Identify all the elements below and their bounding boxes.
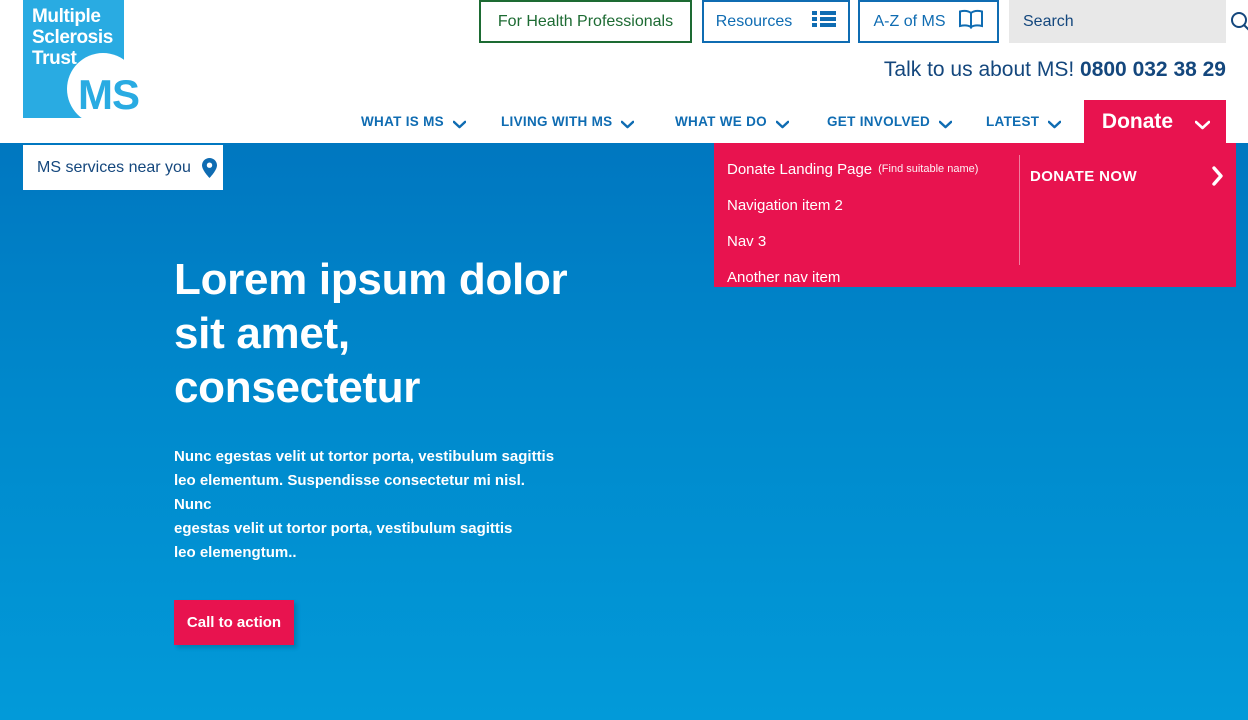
nav-item-living-with-ms[interactable]: LIVING WITH MS — [501, 100, 635, 143]
dropdown-item[interactable]: Another nav item — [727, 259, 1019, 295]
chevron-down-icon — [1047, 117, 1062, 129]
dropdown-item[interactable]: Nav 3 — [727, 223, 1019, 259]
contact-phone-line[interactable]: Talk to us about MS! 0800 032 38 29 — [884, 58, 1226, 82]
nav-item-label: GET INVOLVED — [827, 114, 931, 129]
logo-line-3: Trust — [32, 48, 77, 69]
page-root: Multiple Sclerosis Trust MS For Health P… — [0, 0, 1248, 720]
dropdown-item-label: Navigation item 2 — [727, 196, 843, 214]
hero-content: Lorem ipsum dolor sit amet, consectetur … — [174, 253, 734, 645]
nav-item-label: LATEST — [986, 114, 1040, 129]
hero-body-text: Nunc egestas velit ut tortor porta, vest… — [174, 448, 555, 561]
ms-services-near-you-label: MS services near you — [37, 158, 191, 176]
nav-item-donate[interactable]: Donate — [1084, 100, 1226, 143]
a-z-of-ms-button[interactable]: A-Z of MS — [858, 0, 999, 43]
nav-item-label: WHAT IS MS — [361, 114, 444, 129]
nav-item-donate-label: Donate — [1101, 109, 1174, 133]
ms-services-near-you-button[interactable]: MS services near you — [23, 145, 223, 190]
for-health-professionals-label: For Health Professionals — [497, 12, 674, 30]
donate-dropdown-links: Donate Landing Page (Find suitable name) N… — [714, 143, 1019, 287]
dropdown-item[interactable]: Donate Landing Page (Find suitable name) — [727, 151, 1019, 187]
chevron-down-icon — [775, 117, 790, 129]
contact-phone-number: 0800 032 38 29 — [1080, 58, 1226, 81]
search-input[interactable] — [1023, 12, 1230, 31]
contact-prefix: Talk to us about MS! — [883, 58, 1075, 81]
chevron-down-icon — [1194, 117, 1211, 130]
for-health-professionals-button[interactable]: For Health Professionals — [479, 0, 692, 43]
nav-item-label: LIVING WITH MS — [501, 114, 613, 129]
a-z-of-ms-label: A-Z of MS — [873, 12, 946, 30]
resources-button[interactable]: Resources — [702, 0, 850, 43]
book-icon — [958, 9, 984, 34]
nav-item-what-is-ms[interactable]: WHAT IS MS — [361, 100, 467, 143]
nav-item-latest[interactable]: LATEST — [986, 100, 1062, 143]
donate-now-button[interactable]: DONATE NOW — [1030, 164, 1230, 188]
chevron-down-icon — [452, 117, 467, 129]
call-to-action-label: Call to action — [186, 614, 282, 631]
site-header: Multiple Sclerosis Trust MS For Health P… — [0, 0, 1248, 143]
donate-dropdown-cta-panel: DONATE NOW — [1019, 143, 1236, 287]
hero-title: Lorem ipsum dolor sit amet, consectetur — [174, 255, 568, 412]
dropdown-item[interactable]: Navigation item 2 — [727, 187, 1019, 223]
main-navigation: WHAT IS MS LIVING WITH MS WHAT WE DO GET IN… — [0, 100, 1248, 143]
resources-label: Resources — [715, 12, 793, 30]
dropdown-item-note: (Find suitable name) — [878, 163, 979, 175]
search-icon[interactable] — [1230, 11, 1248, 33]
map-pin-icon — [201, 157, 218, 179]
call-to-action-button[interactable]: Call to action — [174, 600, 294, 645]
dropdown-item-label: Another nav item — [727, 268, 841, 286]
list-icon — [812, 10, 837, 33]
search-box[interactable] — [1009, 0, 1248, 43]
nav-item-get-involved[interactable]: GET INVOLVED — [827, 100, 953, 143]
nav-item-what-we-do[interactable]: WHAT WE DO — [675, 100, 790, 143]
donate-now-label: DONATE NOW — [1030, 167, 1138, 185]
dropdown-item-label: Nav 3 — [727, 232, 767, 250]
utility-bar: For Health Professionals Resources A-Z o… — [0, 0, 1248, 43]
chevron-down-icon — [938, 117, 953, 129]
donate-dropdown-menu: Donate Landing Page (Find suitable name) N… — [714, 143, 1236, 287]
nav-item-label: WHAT WE DO — [675, 114, 767, 129]
dropdown-item-label: Donate Landing Page — [727, 160, 873, 178]
chevron-down-icon — [621, 117, 635, 129]
chevron-right-icon[interactable] — [1211, 165, 1225, 187]
